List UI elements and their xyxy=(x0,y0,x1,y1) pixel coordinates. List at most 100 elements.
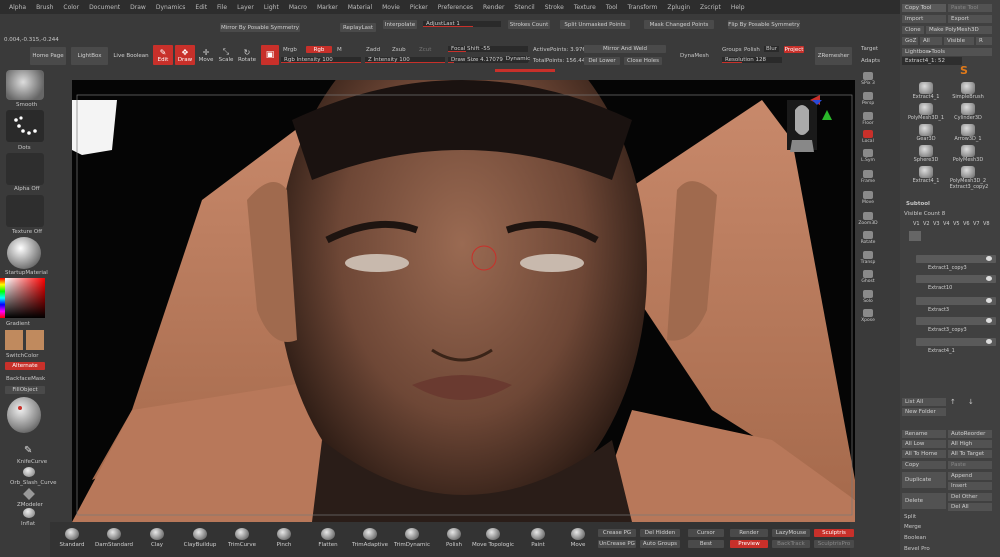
tool-polymesh3d-1[interactable]: PolyMesh3D_1 xyxy=(904,103,948,121)
tool-polymesh3d[interactable]: PolyMesh3D xyxy=(946,145,990,163)
paste-tool-button[interactable]: Paste Tool xyxy=(948,4,992,12)
secondary-color-swatch[interactable] xyxy=(26,330,44,350)
menu-stencil[interactable]: Stencil xyxy=(509,4,539,11)
cursor-button[interactable]: Cursor xyxy=(688,529,724,537)
switch-color-label[interactable]: SwitchColor xyxy=(6,353,39,359)
tool-simplebrush[interactable]: SimpleBrush xyxy=(946,82,990,100)
menu-preferences[interactable]: Preferences xyxy=(433,4,478,11)
brush-claybuildup[interactable]: ClayBuildup xyxy=(178,528,222,548)
all-to-home-button[interactable]: All To Home xyxy=(902,450,946,458)
tab-v7[interactable]: V7 xyxy=(973,221,980,227)
menu-dynamics[interactable]: Dynamics xyxy=(151,4,191,11)
move-mode-button[interactable]: ✛ Move xyxy=(197,45,215,65)
backface-mask-label[interactable]: BackfaceMask xyxy=(6,376,45,382)
all-low-button[interactable]: All Low xyxy=(902,440,946,448)
insert-button[interactable]: Insert xyxy=(948,482,992,490)
preview-button[interactable]: Preview xyxy=(730,540,768,548)
menu-draw[interactable]: Draw xyxy=(125,4,151,11)
subtool-row[interactable]: Extract10 xyxy=(916,275,996,293)
brush-move[interactable]: Move xyxy=(556,528,600,548)
menu-stroke[interactable]: Stroke xyxy=(540,4,569,11)
color-picker[interactable] xyxy=(5,278,45,318)
focal-shift-slider[interactable]: Focal Shift -55 xyxy=(448,46,528,52)
goz-button[interactable]: GoZ xyxy=(902,37,918,45)
tool-cylinder3d[interactable]: Cylinder3D xyxy=(946,103,990,121)
zsub-toggle[interactable]: Zsub xyxy=(392,47,406,53)
subtool-visibility-bar[interactable] xyxy=(916,317,996,325)
lightbox-tools-button[interactable]: Lightbox▸Tools xyxy=(902,48,992,56)
all-to-target-button[interactable]: All To Target xyxy=(948,450,992,458)
smooth-brush-thumbnail[interactable] xyxy=(6,70,44,100)
subtool-visibility-bar[interactable] xyxy=(916,338,996,346)
close-holes-button[interactable]: Close Holes xyxy=(624,57,662,65)
menu-document[interactable]: Document xyxy=(84,4,125,11)
subtool-row[interactable]: Extract3 xyxy=(916,297,996,315)
view-move-button[interactable]: Move xyxy=(859,189,877,205)
tool-extract4-1[interactable]: Extract4_1 xyxy=(904,166,948,184)
uncrease-pg-button[interactable]: UnCrease PG xyxy=(598,540,636,548)
view-ghost-button[interactable]: Ghost xyxy=(859,268,877,284)
append-button[interactable]: Append xyxy=(948,472,992,480)
tab-v1[interactable]: V1 xyxy=(913,221,920,227)
main-color-swatch[interactable] xyxy=(5,330,23,350)
brush-standard[interactable]: Standard xyxy=(50,528,94,548)
lightbox-button[interactable]: LightBox xyxy=(71,47,108,65)
orb-slash-curve-icon[interactable] xyxy=(23,467,35,477)
brush-flatten[interactable]: Flatten xyxy=(306,528,350,548)
interpolate-button[interactable]: Interpolate xyxy=(383,20,417,29)
menu-material[interactable]: Material xyxy=(343,4,377,11)
hue-strip[interactable] xyxy=(0,278,5,318)
tab-v8[interactable]: V8 xyxy=(983,221,990,227)
flip-posable-button[interactable]: Flip By Posable Symmetry xyxy=(728,20,800,29)
make-polymesh-button[interactable]: Make PolyMesh3D xyxy=(926,26,992,34)
import-button[interactable]: Import xyxy=(902,15,946,23)
sculpt-mode-icon[interactable]: ▣ xyxy=(261,45,279,65)
brush-pinch[interactable]: Pinch xyxy=(262,528,306,548)
brush-trimdynamic[interactable]: TrimDynamic xyxy=(390,528,434,548)
subtool-row[interactable]: Extract4_1 xyxy=(916,338,996,356)
view-l-sym-button[interactable]: L.Sym xyxy=(859,147,877,163)
tab-v3[interactable]: V3 xyxy=(933,221,940,227)
menu-alpha[interactable]: Alpha xyxy=(4,4,31,11)
render-button[interactable]: Render xyxy=(730,529,768,537)
subtool-row[interactable]: Extract1_copy3 xyxy=(916,255,996,273)
tool-extract4-1[interactable]: Extract4_1 xyxy=(904,82,948,100)
subtool-thumbnail[interactable] xyxy=(909,231,921,241)
view-local-button[interactable]: Local xyxy=(859,128,877,144)
view-floor-button[interactable]: Floor xyxy=(859,110,877,126)
menu-layer[interactable]: Layer xyxy=(232,4,259,11)
zadd-toggle[interactable]: Zadd xyxy=(366,47,380,53)
all-button[interactable]: All xyxy=(920,37,942,45)
backtrack-button[interactable]: BackTrack xyxy=(772,540,810,548)
mirror-posable-button[interactable]: Mirror By Posable Symmetry xyxy=(220,23,300,32)
view-transp-button[interactable]: Transp xyxy=(859,249,877,265)
view-rotate-button[interactable]: Rotate xyxy=(859,229,877,245)
subtool-row[interactable]: Extract3_copy3 xyxy=(916,317,996,335)
eye-icon[interactable] xyxy=(986,276,992,281)
material-sphere[interactable] xyxy=(7,237,41,269)
new-folder-button[interactable]: New Folder xyxy=(902,408,946,416)
rename-button[interactable]: Rename xyxy=(902,430,946,438)
subtool-visibility-bar[interactable] xyxy=(916,297,996,305)
menu-edit[interactable]: Edit xyxy=(190,4,212,11)
view-zoom3d-button[interactable]: Zoom3D xyxy=(858,210,878,226)
brush-clay[interactable]: Clay xyxy=(135,528,179,548)
live-boolean-button[interactable]: Live Boolean xyxy=(111,47,151,65)
menu-tool[interactable]: Tool xyxy=(601,4,623,11)
z-intensity-slider[interactable]: Z Intensity 100 xyxy=(365,57,445,63)
delete-button[interactable]: Delete xyxy=(902,493,946,509)
menu-movie[interactable]: Movie xyxy=(377,4,405,11)
view-solo-button[interactable]: Solo xyxy=(859,288,877,304)
all-high-button[interactable]: All High xyxy=(948,440,992,448)
eye-icon[interactable] xyxy=(986,318,992,323)
auto-reorder-button[interactable]: AutoReorder xyxy=(948,430,992,438)
alternate-button[interactable]: Alternate xyxy=(5,362,45,370)
view-persp-button[interactable]: Persp xyxy=(859,90,877,106)
menu-picker[interactable]: Picker xyxy=(405,4,433,11)
lazymouse-button[interactable]: LazyMouse xyxy=(772,529,810,537)
del-hidden-button[interactable]: Del Hidden xyxy=(640,529,680,537)
mrgb-label[interactable]: Mrgb xyxy=(283,47,297,53)
eye-icon[interactable] xyxy=(986,256,992,261)
clone-button[interactable]: Clone xyxy=(902,26,924,34)
tab-v6[interactable]: V6 xyxy=(963,221,970,227)
